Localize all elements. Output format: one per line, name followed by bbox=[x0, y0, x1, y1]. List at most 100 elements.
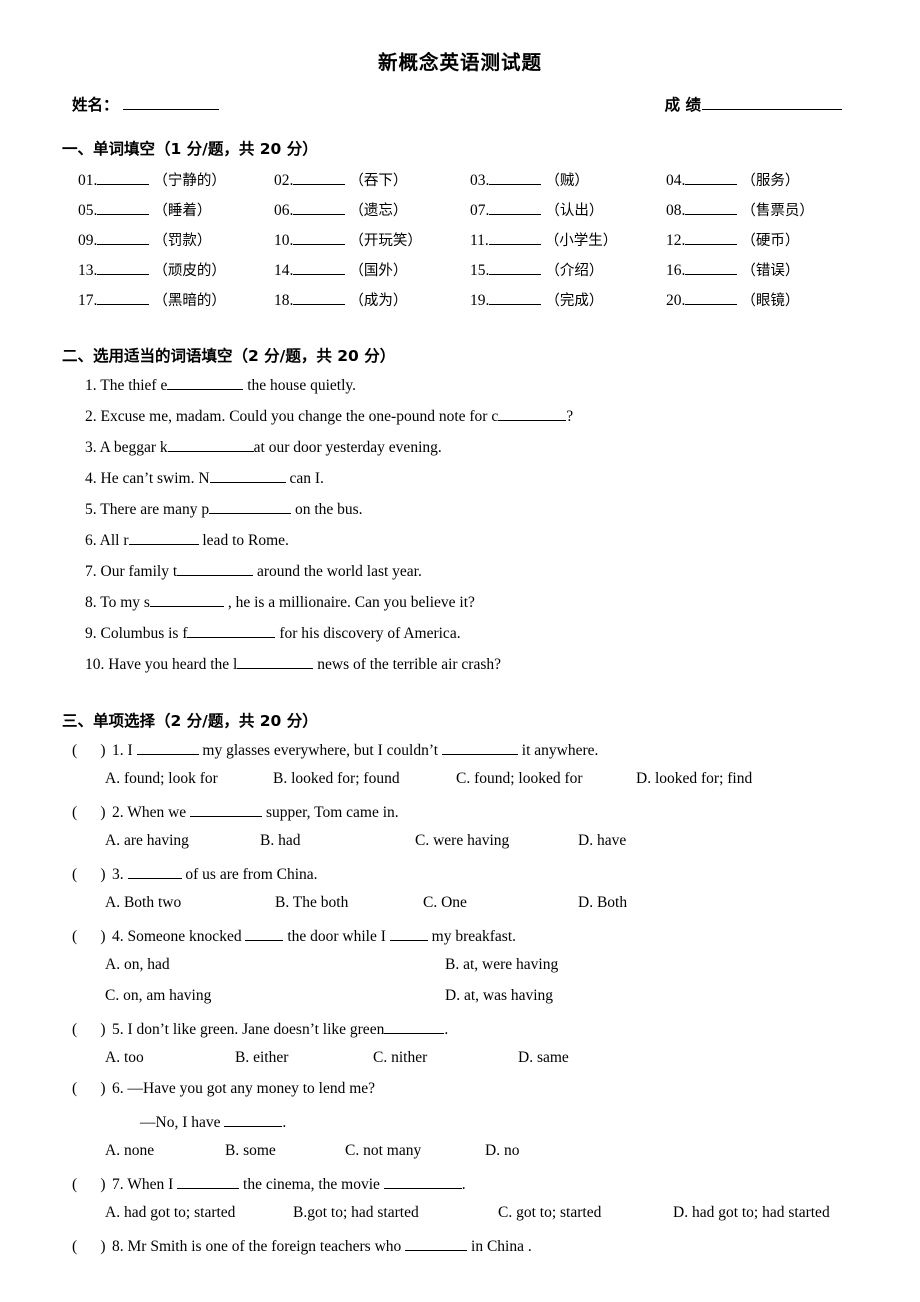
word-fill-answer-blank[interactable] bbox=[177, 560, 254, 577]
mc-stem-blank[interactable] bbox=[405, 1235, 468, 1252]
mc-question-stem: ( ) 5. I don’t like green. Jane doesn’t l… bbox=[72, 1018, 920, 1049]
vocabulary-answer-blank[interactable] bbox=[97, 230, 150, 246]
word-fill-answer-blank[interactable] bbox=[187, 622, 276, 639]
vocabulary-answer-blank[interactable] bbox=[489, 290, 542, 306]
vocabulary-answer-blank[interactable] bbox=[293, 200, 346, 216]
mc-option[interactable]: A. too bbox=[105, 1049, 235, 1067]
word-fill-item: 1. The thief e the house quietly. bbox=[85, 374, 920, 405]
word-fill-answer-blank[interactable] bbox=[149, 591, 224, 608]
vocabulary-answer-blank[interactable] bbox=[97, 200, 150, 216]
mc-option[interactable]: B. looked for; found bbox=[273, 770, 456, 788]
mc-option[interactable]: B. either bbox=[235, 1049, 373, 1067]
mc-answer-box[interactable]: ( ) bbox=[72, 866, 112, 884]
word-fill-answer-blank[interactable] bbox=[167, 374, 244, 391]
mc-answer-box[interactable]: ( ) bbox=[72, 928, 112, 946]
vocabulary-item-number: 18. bbox=[274, 292, 294, 310]
mc-option[interactable]: D. same bbox=[518, 1049, 638, 1067]
word-fill-answer-blank[interactable] bbox=[209, 467, 286, 484]
mc-option-row: A. Both two B. The both C. One D. Both bbox=[72, 894, 920, 925]
mc-option-row: A. found; look for B. looked for; found C.… bbox=[72, 770, 920, 801]
mc-subline-blank[interactable] bbox=[224, 1111, 283, 1128]
mc-option[interactable]: D. looked for; find bbox=[636, 770, 796, 788]
word-fill-answer-blank[interactable] bbox=[498, 405, 567, 422]
mc-stem-blank[interactable] bbox=[245, 925, 284, 942]
mc-option[interactable]: A. on, had bbox=[105, 956, 445, 974]
vocabulary-answer-blank[interactable] bbox=[488, 230, 541, 246]
vocabulary-answer-blank[interactable] bbox=[293, 170, 346, 186]
word-fill-answer-blank[interactable] bbox=[237, 653, 314, 670]
mc-stem-blank[interactable] bbox=[127, 863, 182, 880]
vocabulary-answer-blank[interactable] bbox=[293, 290, 346, 306]
mc-option[interactable]: A. none bbox=[105, 1142, 225, 1160]
vocabulary-answer-blank[interactable] bbox=[293, 230, 346, 246]
vocabulary-answer-blank[interactable] bbox=[685, 290, 738, 306]
word-fill-answer-blank[interactable] bbox=[128, 529, 199, 546]
mc-option[interactable]: B. had bbox=[260, 832, 415, 850]
mc-stem-text: I don’t like green. Jane doesn’t like gr… bbox=[123, 1021, 385, 1039]
mc-answer-box[interactable]: ( ) bbox=[72, 1080, 112, 1098]
name-blank[interactable] bbox=[122, 94, 219, 111]
word-fill-text-after: lead to Rome. bbox=[198, 532, 289, 550]
mc-option[interactable]: C. on, am having bbox=[105, 987, 445, 1005]
word-fill-text-after: news of the terrible air crash? bbox=[313, 656, 502, 674]
word-fill-answer-blank[interactable] bbox=[167, 436, 254, 453]
mc-option[interactable]: D. Both bbox=[578, 894, 698, 912]
vocabulary-answer-blank[interactable] bbox=[489, 260, 542, 276]
word-fill-text-after: on the bus. bbox=[291, 501, 363, 519]
vocabulary-item-gloss: （国外） bbox=[349, 263, 408, 280]
mc-option[interactable]: D. had got to; had started bbox=[673, 1204, 878, 1222]
mc-option[interactable]: C. nither bbox=[373, 1049, 518, 1067]
mc-option[interactable]: C. not many bbox=[345, 1142, 485, 1160]
vocabulary-answer-blank[interactable] bbox=[489, 200, 542, 216]
vocabulary-answer-blank[interactable] bbox=[97, 170, 150, 186]
mc-option[interactable]: B.got to; had started bbox=[293, 1204, 498, 1222]
mc-option[interactable]: A. are having bbox=[105, 832, 260, 850]
mc-option[interactable]: C. found; looked for bbox=[456, 770, 636, 788]
mc-stem-blank[interactable] bbox=[136, 739, 199, 756]
word-fill-answer-blank[interactable] bbox=[209, 498, 292, 515]
score-blank[interactable] bbox=[702, 94, 842, 111]
word-fill-text-after: around the world last year. bbox=[253, 563, 422, 581]
mc-option[interactable]: C. One bbox=[423, 894, 578, 912]
word-fill-list: 1. The thief e the house quietly. 2. Excu… bbox=[0, 374, 920, 684]
mc-stem-blank[interactable] bbox=[190, 801, 263, 818]
mc-stem-blank[interactable] bbox=[389, 925, 428, 942]
mc-question-number: 4. bbox=[112, 928, 124, 946]
mc-option[interactable]: B. at, were having bbox=[445, 956, 685, 974]
mc-option[interactable]: B. some bbox=[225, 1142, 345, 1160]
mc-option[interactable]: D. at, was having bbox=[445, 987, 685, 1005]
mc-stem-blank[interactable] bbox=[177, 1173, 240, 1190]
mc-option[interactable]: A. Both two bbox=[105, 894, 275, 912]
mc-option[interactable]: C. got to; started bbox=[498, 1204, 673, 1222]
word-fill-text-before: Columbus is f bbox=[96, 625, 188, 643]
mc-answer-box[interactable]: ( ) bbox=[72, 804, 112, 822]
vocabulary-item-number: 06. bbox=[274, 202, 294, 220]
mc-option[interactable]: A. had got to; started bbox=[105, 1204, 293, 1222]
word-fill-number: 8. bbox=[85, 594, 97, 612]
vocabulary-answer-blank[interactable] bbox=[97, 290, 150, 306]
mc-question-number: 6. bbox=[112, 1080, 124, 1098]
mc-stem-blank[interactable] bbox=[383, 1173, 462, 1190]
mc-stem-blank[interactable] bbox=[384, 1018, 445, 1035]
vocabulary-row: 09. （罚款） 10. （开玩笑） 11. （小学生） 12. （硬币） bbox=[78, 229, 900, 259]
vocabulary-answer-blank[interactable] bbox=[293, 260, 346, 276]
mc-option[interactable]: D. have bbox=[578, 832, 698, 850]
vocabulary-answer-blank[interactable] bbox=[685, 170, 738, 186]
mc-option[interactable]: B. The both bbox=[275, 894, 423, 912]
vocabulary-answer-blank[interactable] bbox=[685, 260, 738, 276]
mc-stem-blank[interactable] bbox=[441, 739, 518, 756]
mc-answer-box[interactable]: ( ) bbox=[72, 742, 112, 760]
vocabulary-item-gloss: （完成） bbox=[545, 293, 604, 310]
mc-answer-box[interactable]: ( ) bbox=[72, 1021, 112, 1039]
mc-subline-text-before: —No, I have bbox=[140, 1114, 225, 1132]
vocabulary-answer-blank[interactable] bbox=[685, 230, 738, 246]
mc-answer-box[interactable]: ( ) bbox=[72, 1238, 112, 1256]
mc-answer-box[interactable]: ( ) bbox=[72, 1176, 112, 1194]
mc-option[interactable]: A. found; look for bbox=[105, 770, 273, 788]
mc-option[interactable]: C. were having bbox=[415, 832, 578, 850]
vocabulary-answer-blank[interactable] bbox=[489, 170, 542, 186]
mc-option[interactable]: D. no bbox=[485, 1142, 595, 1160]
vocabulary-answer-blank[interactable] bbox=[685, 200, 738, 216]
vocabulary-answer-blank[interactable] bbox=[97, 260, 150, 276]
vocabulary-row: 17. （黑暗的） 18. （成为） 19. （完成） 20. （眼镜） bbox=[78, 289, 900, 319]
